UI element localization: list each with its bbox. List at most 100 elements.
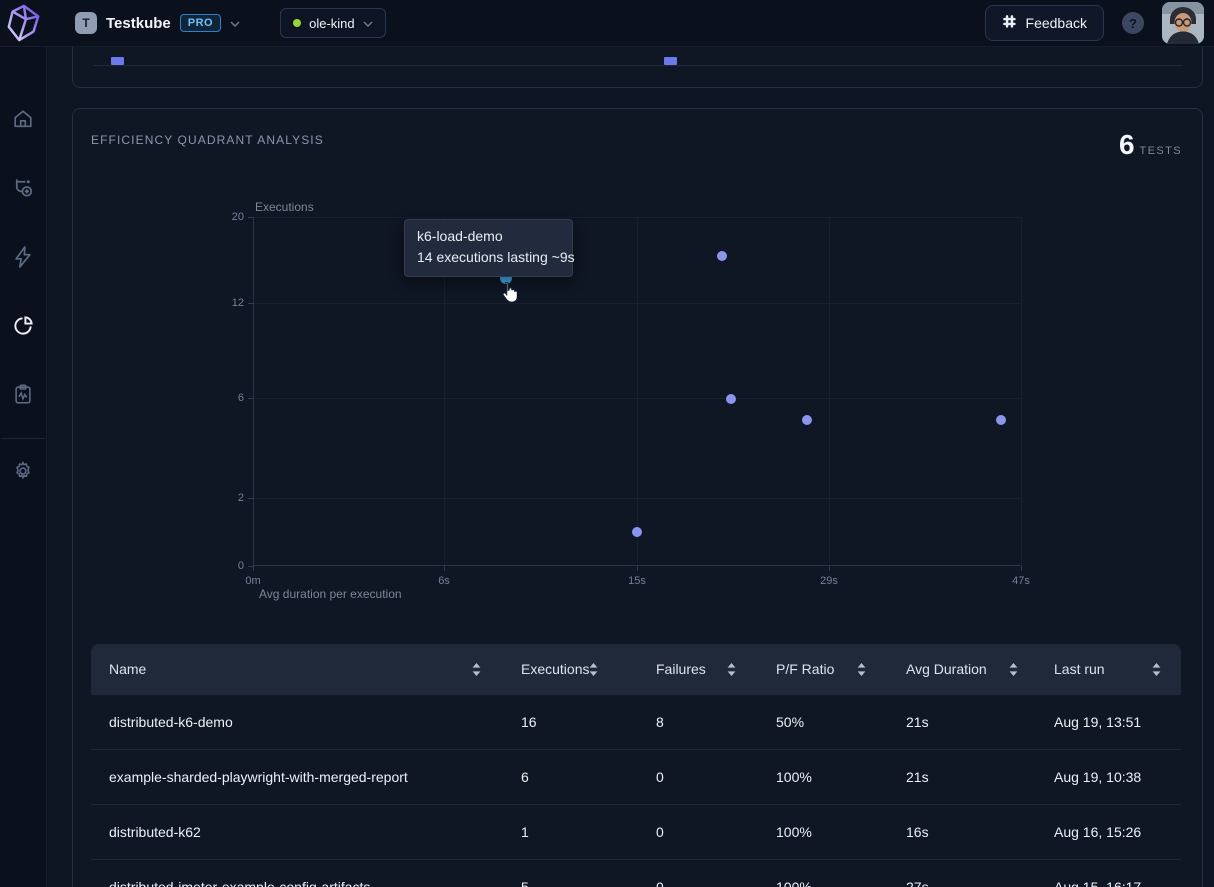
home-icon — [12, 108, 34, 135]
topbar: T Testkube PRO ole-kind — [0, 0, 1214, 47]
column-header-name[interactable]: Name — [91, 661, 521, 677]
y-tick-label: 2 — [238, 492, 244, 504]
sidebar-divider — [1, 438, 45, 439]
y-tick — [248, 217, 253, 218]
column-header-executions[interactable]: Executions — [521, 661, 656, 677]
scatter-point[interactable] — [726, 394, 736, 404]
sort-icon[interactable] — [589, 663, 598, 676]
y-tick — [248, 566, 253, 567]
x-tick — [1021, 566, 1022, 571]
gridline — [253, 217, 1021, 218]
question-mark-icon: ? — [1129, 16, 1137, 31]
org-switcher[interactable]: T Testkube PRO — [75, 12, 240, 34]
cell-avg-duration: 21s — [906, 714, 1054, 730]
environment-select[interactable]: ole-kind — [280, 8, 386, 38]
x-tick-label: 6s — [438, 575, 450, 587]
cell-last-run: Aug 16, 15:26 — [1054, 824, 1181, 840]
cell-name: distributed-k62 — [91, 824, 521, 840]
cell-pf-ratio: 50% — [776, 714, 906, 730]
chart-tooltip: k6-load-demo 14 executions lasting ~9s — [404, 219, 573, 277]
cell-executions: 6 — [521, 769, 656, 785]
x-tick-label: 29s — [820, 575, 838, 587]
x-tick — [444, 566, 445, 571]
cell-avg-duration: 27s — [906, 879, 1054, 887]
sidebar-item-insights[interactable] — [7, 312, 39, 344]
table-row[interactable]: distributed-jmeter-example-config-artifa… — [91, 859, 1181, 887]
cell-failures: 0 — [656, 769, 776, 785]
sort-icon[interactable] — [727, 663, 736, 676]
x-tick-label: 0m — [245, 575, 260, 587]
scatter-point[interactable] — [632, 527, 642, 537]
cell-avg-duration: 21s — [906, 769, 1054, 785]
sidebar-item-settings[interactable] — [7, 457, 39, 489]
column-header-pf-ratio[interactable]: P/F Ratio — [776, 661, 906, 677]
artifacts-report-icon — [12, 383, 34, 411]
cell-last-run: Aug 19, 13:51 — [1054, 714, 1181, 730]
mini-bar — [111, 57, 124, 65]
panel-title: EFFICIENCY QUADRANT ANALYSIS — [91, 133, 324, 147]
user-avatar[interactable] — [1162, 2, 1204, 44]
y-tick — [248, 303, 253, 304]
gridline — [253, 398, 1021, 399]
sidebar-item-create-test[interactable] — [7, 174, 39, 206]
tooltip-title: k6-load-demo — [417, 226, 560, 247]
gridline — [253, 498, 1021, 499]
efficiency-quadrant-card: EFFICIENCY QUADRANT ANALYSIS 6 TESTS Exe… — [72, 108, 1203, 887]
tests-count: 6 TESTS — [1119, 129, 1182, 161]
y-tick-label: 12 — [232, 297, 244, 309]
gridline — [637, 217, 638, 566]
runs-lightning-icon — [12, 245, 34, 274]
org-avatar: T — [75, 12, 97, 34]
gridline — [829, 217, 830, 566]
feedback-label: Feedback — [1026, 15, 1087, 31]
sort-icon[interactable] — [472, 663, 481, 676]
testkube-logo-icon[interactable] — [0, 0, 47, 47]
sort-icon[interactable] — [1009, 663, 1018, 676]
cell-pf-ratio: 100% — [776, 769, 906, 785]
cell-pf-ratio: 100% — [776, 824, 906, 840]
settings-gear-icon — [12, 460, 34, 487]
chevron-down-icon — [230, 14, 240, 32]
sidebar-item-artifacts[interactable] — [7, 381, 39, 413]
cell-name: distributed-jmeter-example-config-artifa… — [91, 879, 521, 887]
sort-icon[interactable] — [1152, 663, 1161, 676]
x-axis-title: Avg duration per execution — [259, 587, 402, 601]
table-row[interactable]: distributed-k62 1 0 100% 16s Aug 16, 15:… — [91, 804, 1181, 859]
table-row[interactable]: example-sharded-playwright-with-merged-r… — [91, 749, 1181, 804]
scatter-point[interactable] — [802, 415, 812, 425]
table-row[interactable]: distributed-k6-demo 16 8 50% 21s Aug 19,… — [91, 694, 1181, 749]
x-tick-label: 15s — [628, 575, 646, 587]
x-tick-label: 47s — [1012, 575, 1030, 587]
card-header: EFFICIENCY QUADRANT ANALYSIS 6 TESTS — [73, 109, 1202, 161]
help-button[interactable]: ? — [1122, 12, 1144, 34]
cursor-pointer-icon — [500, 281, 517, 307]
mini-axis-line — [93, 65, 1182, 66]
cell-executions: 1 — [521, 824, 656, 840]
y-tick — [248, 398, 253, 399]
column-header-failures[interactable]: Failures — [656, 661, 776, 677]
scatter-point[interactable] — [996, 415, 1006, 425]
y-axis-title: Executions — [255, 200, 314, 214]
sidebar-item-home[interactable] — [7, 105, 39, 137]
testkube-dashboard: T Testkube PRO ole-kind — [0, 0, 1214, 887]
sort-icon[interactable] — [857, 663, 866, 676]
slack-icon — [1002, 14, 1017, 32]
org-name: Testkube — [106, 15, 171, 32]
cell-failures: 0 — [656, 879, 776, 887]
scatter-plot: Executions Avg duration per execution k6… — [253, 217, 1021, 566]
feedback-button[interactable]: Feedback — [985, 5, 1104, 41]
scatter-point[interactable] — [717, 251, 727, 261]
environment-status-dot — [293, 19, 301, 27]
x-tick — [829, 566, 830, 571]
column-header-avg-duration[interactable]: Avg Duration — [906, 661, 1054, 677]
environment-name: ole-kind — [309, 16, 355, 31]
sidebar-item-runs[interactable] — [7, 243, 39, 275]
topbar-right: Feedback ? — [985, 2, 1204, 44]
gridline — [253, 303, 1021, 304]
y-tick — [248, 498, 253, 499]
y-tick-label: 0 — [238, 560, 244, 572]
cell-last-run: Aug 15, 16:17 — [1054, 879, 1181, 887]
cell-failures: 0 — [656, 824, 776, 840]
column-header-last-run[interactable]: Last run — [1054, 661, 1181, 677]
cell-name: example-sharded-playwright-with-merged-r… — [91, 769, 521, 785]
